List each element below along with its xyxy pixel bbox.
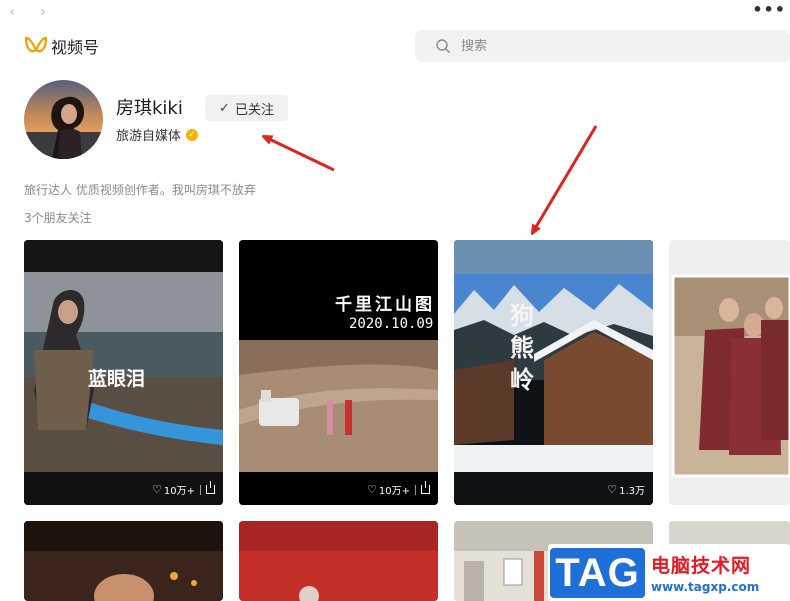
search-input[interactable] [461,38,761,54]
share-icon[interactable] [421,481,430,494]
friends-following[interactable]: 3个朋友关注 [24,209,92,226]
search-bar[interactable] [415,30,790,62]
watermark-url: www.tagxp.com [651,580,760,594]
video-stats: ♡ 10万+ [367,481,430,497]
forward-arrow-icon[interactable]: › [34,3,52,21]
video-card-3[interactable]: 狗熊岭 ♡ 1.3万 [454,240,653,505]
site-watermark: TAG 电脑技术网 www.tagxp.com [548,544,790,601]
watermark-site-name: 电脑技术网 [651,555,752,577]
video-stats: ♡ 1.3万 [607,482,645,497]
channel-profile-page: ‹ › ••• 视频号 搜索 房琪kiki ✓ 已关注 旅游自媒体 ✓ 旅行达人… [0,0,790,601]
following-button[interactable]: ✓ 已关注 [205,95,288,121]
video-card-5[interactable] [24,521,223,601]
like-count: 10万+ [378,486,410,497]
video-title: 狗熊岭 [510,301,534,394]
following-label: 已关注 [234,102,274,118]
back-arrow-icon[interactable]: ‹ [3,3,21,21]
profile-bio: 旅行达人 优质视频创作者。我叫房琪不放弃 [24,183,256,197]
annotation-arrow-video [533,125,598,232]
more-options-icon[interactable]: ••• [752,0,786,19]
profile-category: 旅游自媒体 ✓ [116,125,199,144]
video-title: 千里江山图 [335,295,435,315]
stats-divider [200,484,201,495]
share-icon[interactable] [206,481,215,494]
heart-icon: ♡ [607,483,618,496]
video-thumbnail [24,521,223,601]
verified-badge-icon: ✓ [186,128,199,141]
avatar[interactable] [24,80,103,159]
like-count: 10万+ [163,486,195,497]
video-card-2[interactable]: 千里江山图 2020.10.09 ♡ 10万+ [239,240,438,505]
search-icon [436,39,450,53]
like-count: 1.3万 [619,486,645,497]
video-thumbnail [669,240,790,505]
video-date: 2020.10.09 [349,316,434,332]
brand-name: 视频号 [51,38,100,57]
heart-icon: ♡ [152,483,162,496]
video-thumbnail [454,240,653,505]
video-thumbnail [239,521,438,601]
video-stats: ♡ 10万+ [152,481,215,497]
video-card-6[interactable] [239,521,438,601]
video-title: 蓝眼泪 [88,368,146,390]
annotation-arrow-follow [265,137,335,172]
video-card-4[interactable] [669,240,790,505]
video-card-1[interactable]: 蓝眼泪 ♡ 10万+ [24,240,223,505]
heart-icon: ♡ [367,483,377,496]
profile-name: 房琪kiki [116,98,183,119]
check-icon: ✓ [219,100,230,116]
channels-logo-icon [24,36,48,53]
channels-brand[interactable]: 视频号 [24,34,99,58]
watermark-tag-logo: TAG [550,547,645,598]
video-thumbnail [239,240,438,505]
stats-divider [415,484,416,495]
category-text: 旅游自媒体 [116,129,182,144]
